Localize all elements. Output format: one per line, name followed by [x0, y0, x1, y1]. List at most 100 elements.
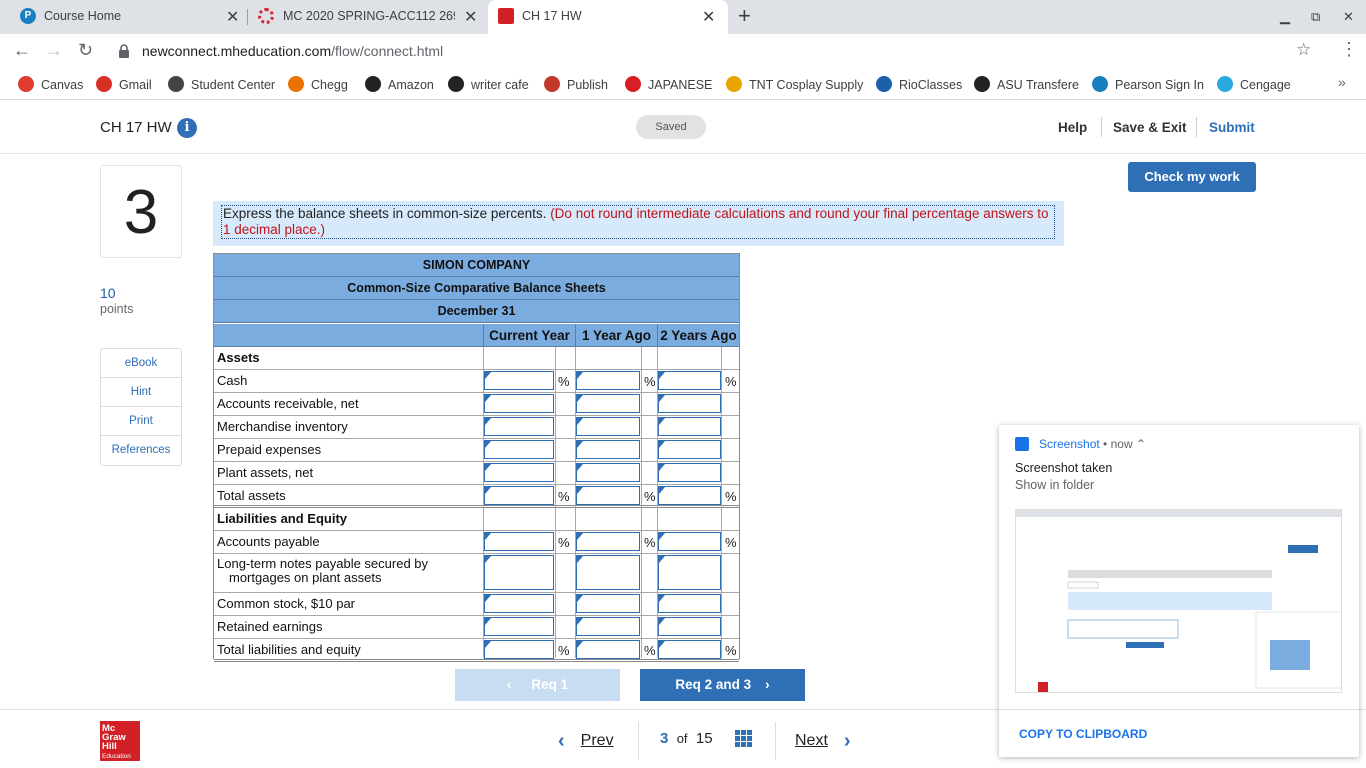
bookmark-writer-cafe[interactable]: writer cafe [448, 76, 529, 92]
chevron-up-icon[interactable]: ⌃ [1136, 437, 1146, 451]
bookmark-pearson-sign-in[interactable]: Pearson Sign In [1092, 76, 1204, 92]
answer-input[interactable] [576, 486, 640, 505]
grid-icon[interactable] [735, 730, 752, 747]
tab-course-home[interactable]: P Course Home ✕ [0, 0, 246, 34]
bookmark-favicon-icon [96, 76, 112, 92]
assignment-title: CH 17 HW [100, 119, 172, 136]
minimize-icon[interactable]: ▁ [1280, 9, 1290, 25]
show-in-folder-link[interactable]: Show in folder [1015, 478, 1094, 492]
table-row: Accounts payable%%% [214, 531, 739, 554]
new-tab-plus-icon[interactable]: + [738, 3, 751, 29]
bookmark-japanese[interactable]: JAPANESE [625, 76, 712, 92]
row-label-text: Total assets [217, 488, 286, 503]
tab-ch17-hw[interactable]: CH 17 HW ✕ [488, 0, 728, 34]
answer-input[interactable] [484, 617, 554, 636]
instruction-main: Express the balance sheets in common-siz… [223, 206, 547, 221]
prev-requirement-button[interactable]: ‹ Req 1 [455, 669, 620, 701]
answer-input[interactable] [576, 555, 640, 590]
answer-input[interactable] [658, 555, 721, 590]
bookmark-label: RioClasses [899, 78, 963, 92]
bookmark-amazon[interactable]: Amazon [365, 76, 434, 92]
info-icon[interactable]: i [177, 118, 197, 138]
bookmark-tnt-cosplay-supply[interactable]: TNT Cosplay Supply [726, 76, 863, 92]
answer-input[interactable] [658, 486, 721, 505]
answer-input[interactable] [658, 440, 721, 459]
notification-app: Screenshot [1039, 437, 1100, 451]
bookmark-rioclasses[interactable]: RioClasses [876, 76, 962, 92]
answer-input[interactable] [484, 463, 554, 482]
answer-input[interactable] [576, 371, 640, 390]
bookmark-asu-transfere[interactable]: ASU Transfere [974, 76, 1079, 92]
answer-input[interactable] [484, 486, 554, 505]
restore-icon[interactable]: ⧉ [1311, 9, 1320, 25]
bookmark-favicon-icon [1092, 76, 1108, 92]
answer-input[interactable] [576, 417, 640, 436]
answer-input[interactable] [576, 594, 640, 613]
answer-input[interactable] [658, 617, 721, 636]
answer-input[interactable] [576, 394, 640, 413]
tab-mc-2020[interactable]: MC 2020 SPRING-ACC112 2693 ✕ [248, 0, 486, 34]
bookmark-gmail[interactable]: Gmail [96, 76, 152, 92]
bookmark-publish[interactable]: Publish [544, 76, 608, 92]
grid-line [641, 347, 642, 658]
bookmark-favicon-icon [974, 76, 990, 92]
percent-sign: % [644, 374, 656, 389]
answer-input[interactable] [576, 463, 640, 482]
reload-icon[interactable]: ↻ [78, 40, 93, 61]
bookmark-canvas[interactable]: Canvas [18, 76, 83, 92]
assignment-header: CH 17 HW i Saved Help Save & Exit Submit [0, 101, 1366, 154]
question-pager: ‹ Prev 3 of 15 Next › [558, 718, 878, 764]
hint-link[interactable]: Hint [101, 378, 181, 407]
answer-input[interactable] [576, 532, 640, 551]
help-link[interactable]: Help [1058, 120, 1087, 135]
answer-input[interactable] [658, 463, 721, 482]
answer-input[interactable] [484, 394, 554, 413]
image-icon [1015, 437, 1029, 451]
answer-input[interactable] [576, 640, 640, 659]
forward-arrow-icon[interactable]: → [45, 40, 63, 61]
check-my-work-button[interactable]: Check my work [1128, 162, 1256, 192]
screenshot-thumbnail[interactable] [1015, 509, 1342, 693]
mc-icon [258, 8, 274, 24]
answer-input[interactable] [576, 617, 640, 636]
answer-input[interactable] [658, 371, 721, 390]
references-link[interactable]: References [101, 436, 181, 465]
next-question-button[interactable]: Next › [795, 730, 851, 753]
chevron-more-icon[interactable]: » [1338, 74, 1346, 90]
answer-input[interactable] [658, 594, 721, 613]
more-vert-icon[interactable]: ⋮ [1340, 39, 1358, 60]
answer-input[interactable] [576, 440, 640, 459]
answer-input[interactable] [658, 394, 721, 413]
submit-link[interactable]: Submit [1209, 120, 1255, 135]
answer-input[interactable] [658, 532, 721, 551]
bookmark-cengage[interactable]: Cengage [1217, 76, 1291, 92]
close-window-icon[interactable]: ✕ [1343, 9, 1354, 25]
answer-input[interactable] [484, 532, 554, 551]
close-icon[interactable]: ✕ [702, 7, 715, 27]
grid-line [657, 347, 658, 658]
row-label-text: Liabilities and Equity [217, 511, 348, 526]
prev-question-button[interactable]: ‹ Prev [558, 730, 614, 753]
ebook-link[interactable]: eBook [101, 349, 181, 378]
answer-input[interactable] [484, 417, 554, 436]
print-link[interactable]: Print [101, 407, 181, 436]
bookmark-student-center[interactable]: Student Center [168, 76, 275, 92]
answer-input[interactable] [484, 555, 554, 590]
close-icon[interactable]: ✕ [464, 7, 477, 27]
bookmark-chegg[interactable]: Chegg [288, 76, 348, 92]
answer-input[interactable] [484, 440, 554, 459]
answer-input[interactable] [484, 594, 554, 613]
star-icon[interactable]: ☆ [1296, 40, 1311, 60]
close-icon[interactable]: ✕ [226, 7, 239, 27]
answer-input[interactable] [484, 640, 554, 659]
back-arrow-icon[interactable]: ← [13, 40, 31, 61]
save-exit-link[interactable]: Save & Exit [1113, 120, 1187, 135]
answer-input[interactable] [658, 417, 721, 436]
points-label: points [100, 302, 134, 316]
answer-input[interactable] [484, 371, 554, 390]
answer-input[interactable] [658, 640, 721, 659]
percent-sign: % [558, 374, 570, 389]
next-requirement-button[interactable]: Req 2 and 3 › [640, 669, 805, 701]
copy-to-clipboard-button[interactable]: COPY TO CLIPBOARD [999, 709, 1359, 757]
address-bar[interactable]: newconnect.mheducation.com/flow/connect.… [142, 43, 443, 59]
